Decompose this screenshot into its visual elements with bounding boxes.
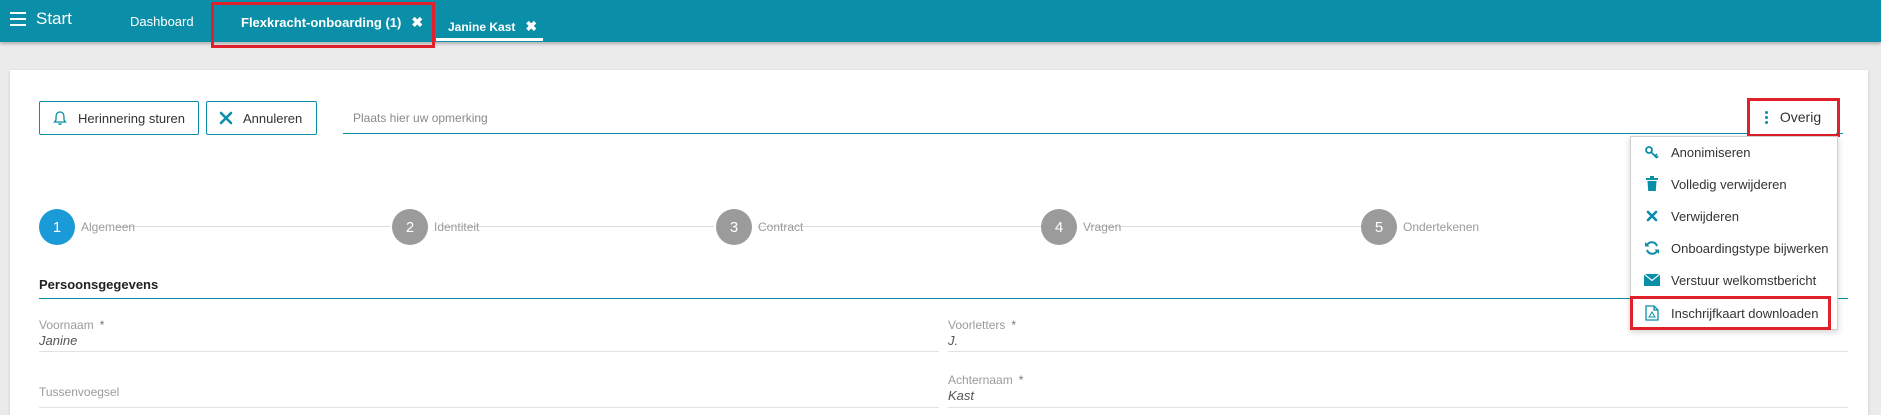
menu-item-label: Verwijderen xyxy=(1671,208,1739,224)
step-ondertekenen[interactable]: 5 Ondertekenen xyxy=(1361,209,1479,245)
step-contract[interactable]: 3 Contract xyxy=(716,209,803,245)
required-marker: * xyxy=(99,318,105,332)
start-label: Start xyxy=(36,9,72,28)
achternaam-label-text: Achternaam xyxy=(948,373,1013,387)
menu-item-label: Anonimiseren xyxy=(1671,144,1751,160)
tab-dashboard[interactable]: Dashboard xyxy=(130,14,194,29)
tab-janine-kast[interactable]: Janine Kast ✖ xyxy=(448,18,537,35)
field-underline xyxy=(39,407,939,408)
step-label: Identiteit xyxy=(434,220,480,234)
highlight-box xyxy=(211,2,435,48)
field-underline xyxy=(39,351,939,352)
voornaam-field[interactable]: Janine xyxy=(39,333,77,348)
step-connector xyxy=(442,226,714,227)
menu-item-onboardingstype-bijwerken[interactable]: Onboardingstype bijwerken xyxy=(1631,233,1837,263)
highlight-box xyxy=(1747,98,1840,137)
close-icon[interactable]: ✖ xyxy=(525,18,537,35)
step-connector xyxy=(117,226,390,227)
step-label: Vragen xyxy=(1083,220,1122,234)
step-number: 4 xyxy=(1041,209,1077,245)
tab-dashboard-label: Dashboard xyxy=(130,14,194,29)
start-menu[interactable]: Start xyxy=(10,9,72,29)
menu-item-verwijderen[interactable]: Verwijderen xyxy=(1631,201,1837,231)
voorletters-label: Voorletters * xyxy=(948,318,1016,332)
menu-item-label: Volledig verwijderen xyxy=(1671,176,1787,192)
step-label: Contract xyxy=(758,220,804,234)
menu-item-verstuur-welkomstbericht[interactable]: Verstuur welkomstbericht xyxy=(1631,265,1837,295)
section-divider xyxy=(39,298,1848,299)
step-label: Ondertekenen xyxy=(1403,220,1480,234)
highlight-box xyxy=(1630,296,1831,330)
remark-input[interactable] xyxy=(343,102,1843,134)
voornaam-label-text: Voornaam xyxy=(39,318,94,332)
hamburger-icon[interactable] xyxy=(10,12,26,26)
tussenvoegsel-label: Tussenvoegsel xyxy=(39,385,120,399)
close-icon xyxy=(219,111,233,125)
main-card: Herinnering sturen Annuleren 1 Algemeen … xyxy=(10,70,1868,415)
achternaam-label: Achternaam * xyxy=(948,373,1023,387)
field-underline xyxy=(948,351,1848,352)
menu-item-anonimiseren[interactable]: Anonimiseren xyxy=(1631,137,1837,167)
send-reminder-button[interactable]: Herinnering sturen xyxy=(39,101,199,135)
voorletters-field[interactable]: J. xyxy=(948,333,958,348)
refresh-icon xyxy=(1643,240,1661,256)
envelope-icon xyxy=(1643,274,1661,286)
voornaam-label: Voornaam * xyxy=(39,318,104,332)
active-tab-indicator xyxy=(436,38,543,41)
step-number: 5 xyxy=(1361,209,1397,245)
send-reminder-label: Herinnering sturen xyxy=(78,110,185,126)
achternaam-field[interactable]: Kast xyxy=(948,388,974,403)
menu-item-label: Verstuur welkomstbericht xyxy=(1671,272,1817,288)
field-underline xyxy=(948,407,1848,408)
tab-janine-kast-label: Janine Kast xyxy=(448,19,516,34)
section-title: Persoonsgegevens xyxy=(39,277,159,292)
step-algemeen[interactable]: 1 Algemeen xyxy=(39,209,135,245)
step-number: 1 xyxy=(39,209,75,245)
step-identiteit[interactable]: 2 Identiteit xyxy=(392,209,479,245)
required-marker: * xyxy=(1011,318,1017,332)
step-number: 2 xyxy=(392,209,428,245)
close-icon xyxy=(1643,210,1661,222)
cancel-label: Annuleren xyxy=(243,110,303,126)
step-number: 3 xyxy=(716,209,752,245)
trash-icon xyxy=(1643,176,1661,192)
bell-icon xyxy=(53,111,67,125)
step-label: Algemeen xyxy=(81,220,136,234)
menu-item-label: Onboardingstype bijwerken xyxy=(1671,240,1829,256)
step-connector xyxy=(1087,226,1365,227)
menu-item-volledig-verwijderen[interactable]: Volledig verwijderen xyxy=(1631,169,1837,199)
key-icon xyxy=(1643,144,1661,160)
cancel-button[interactable]: Annuleren xyxy=(206,101,317,135)
required-marker: * xyxy=(1018,373,1024,387)
voorletters-label-text: Voorletters xyxy=(948,318,1006,332)
step-vragen[interactable]: 4 Vragen xyxy=(1041,209,1121,245)
